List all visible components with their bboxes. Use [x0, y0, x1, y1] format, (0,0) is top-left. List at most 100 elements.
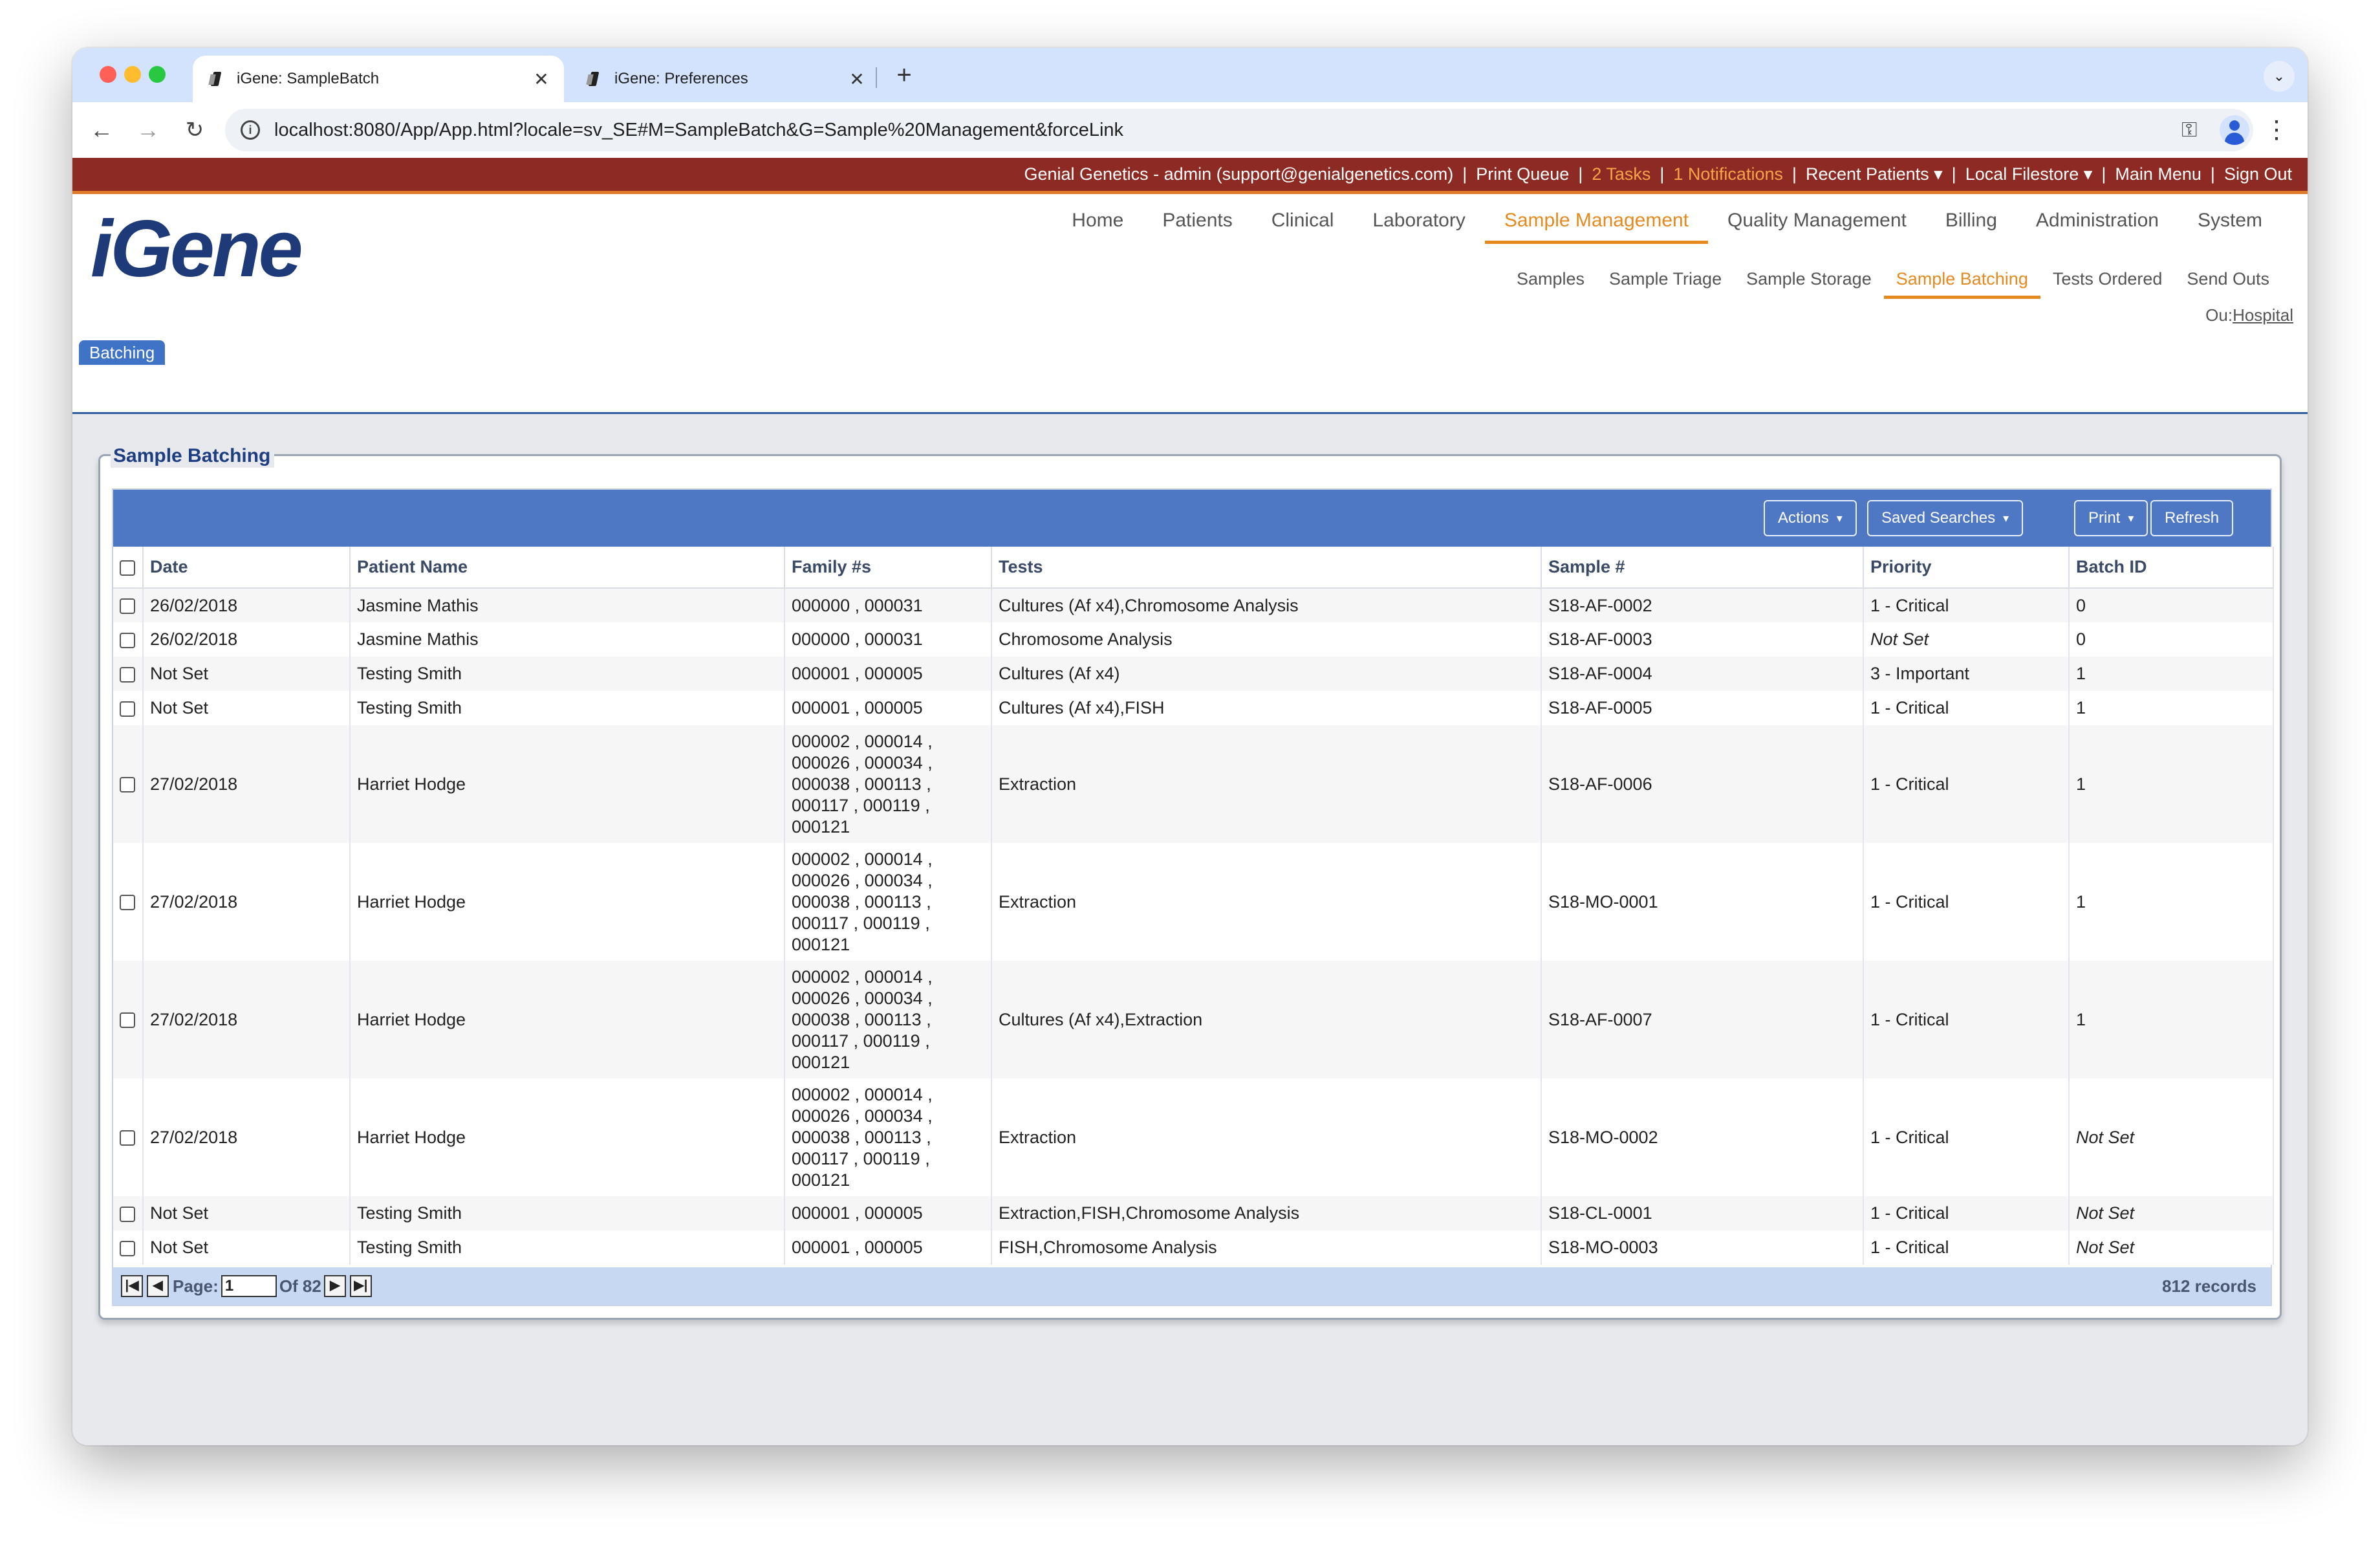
- address-bar[interactable]: i localhost:8080/App/App.html?locale=sv_…: [225, 109, 2253, 151]
- row-checkbox[interactable]: [120, 666, 135, 683]
- close-tab-icon[interactable]: ✕: [532, 69, 551, 90]
- sub-nav-sample-storage[interactable]: Sample Storage: [1734, 264, 1884, 299]
- row-checkbox[interactable]: [120, 598, 135, 615]
- last-page-icon[interactable]: ▶|: [349, 1275, 372, 1297]
- org-unit: Ou:Hospital: [2205, 305, 2293, 325]
- notifications-link[interactable]: 1 Notifications: [1673, 164, 1783, 184]
- row-select-cell: [113, 1078, 144, 1196]
- column-header-tests[interactable]: Tests: [991, 547, 1542, 589]
- row-checkbox[interactable]: [120, 1206, 135, 1222]
- main-nav-clinical[interactable]: Clinical: [1252, 203, 1354, 244]
- new-tab-button[interactable]: +: [889, 61, 920, 90]
- row-checkbox[interactable]: [120, 1240, 135, 1256]
- table-row[interactable]: Not Set Testing Smith 000001 , 000005 Ex…: [113, 1196, 2274, 1230]
- close-tab-icon[interactable]: ✕: [847, 69, 867, 90]
- table-row[interactable]: 26/02/2018 Jasmine Mathis 000000 , 00003…: [113, 622, 2274, 657]
- local-filestore-dropdown[interactable]: Local Filestore ▾: [1965, 164, 2093, 184]
- actions-button[interactable]: Actions ▾: [1764, 500, 1857, 536]
- main-nav-sample-management[interactable]: Sample Management: [1484, 203, 1709, 244]
- sub-nav-send-outs[interactable]: Send Outs: [2174, 264, 2282, 299]
- row-checkbox[interactable]: [120, 701, 135, 717]
- select-all-cell: [113, 547, 144, 589]
- main-nav-administration[interactable]: Administration: [2017, 203, 2178, 244]
- tab-preferences[interactable]: iGene: Preferences ✕: [570, 56, 880, 102]
- table-row[interactable]: 27/02/2018 Harriet Hodge 000002 , 000014…: [113, 1078, 2274, 1196]
- sample-batching-panel: Sample Batching Actions ▾ Saved Searches…: [98, 444, 2282, 1320]
- igene-logo[interactable]: iGene: [91, 203, 303, 295]
- cell-family: 000002 , 000014 , 000026 , 000034 , 0000…: [784, 725, 992, 843]
- org-unit-link[interactable]: Hospital: [2233, 305, 2293, 325]
- main-nav-home[interactable]: Home: [1052, 203, 1143, 244]
- table-row[interactable]: 27/02/2018 Harriet Hodge 000002 , 000014…: [113, 725, 2274, 843]
- sign-out-link[interactable]: Sign Out: [2224, 164, 2292, 184]
- sub-nav-samples[interactable]: Samples: [1504, 264, 1597, 299]
- column-header-priority[interactable]: Priority: [1863, 547, 2070, 589]
- refresh-button[interactable]: Refresh: [2150, 500, 2234, 536]
- reload-icon[interactable]: ↻: [178, 114, 211, 146]
- separator: |: [1578, 164, 1583, 184]
- cell-priority: 1 - Critical: [1863, 1196, 2070, 1230]
- select-all-checkbox[interactable]: [120, 560, 135, 576]
- top-utility-bar: Genial Genetics - admin (support@genialg…: [72, 158, 2308, 194]
- row-checkbox[interactable]: [120, 895, 135, 911]
- recent-patients-dropdown[interactable]: Recent Patients ▾: [1806, 164, 1943, 184]
- cell-date: 27/02/2018: [143, 1078, 351, 1196]
- profile-icon[interactable]: [2220, 115, 2249, 145]
- url-text[interactable]: localhost:8080/App/App.html?locale=sv_SE…: [274, 120, 2159, 141]
- row-checkbox[interactable]: [120, 777, 135, 793]
- cell-batch-id: Not Set: [2069, 1196, 2274, 1230]
- main-nav-laboratory[interactable]: Laboratory: [1353, 203, 1484, 244]
- tasks-link[interactable]: 2 Tasks: [1592, 164, 1650, 184]
- sub-nav-sample-triage[interactable]: Sample Triage: [1597, 264, 1734, 299]
- row-select-cell: [113, 622, 144, 657]
- tab-batching[interactable]: Batching: [79, 340, 166, 365]
- print-queue-link[interactable]: Print Queue: [1476, 164, 1569, 184]
- main-nav-system[interactable]: System: [2178, 203, 2282, 244]
- cell-family: 000002 , 000014 , 000026 , 000034 , 0000…: [784, 1078, 992, 1196]
- kebab-menu-icon[interactable]: ⋮: [2264, 114, 2289, 146]
- forward-icon[interactable]: →: [132, 114, 164, 146]
- print-button[interactable]: Print ▾: [2074, 500, 2148, 536]
- table-row[interactable]: Not Set Testing Smith 000001 , 000005 FI…: [113, 1230, 2274, 1265]
- cell-date: 27/02/2018: [143, 961, 351, 1078]
- minimize-window-button[interactable]: [124, 66, 141, 83]
- main-nav-patients[interactable]: Patients: [1143, 203, 1251, 244]
- cell-family: 000000 , 000031: [784, 622, 992, 657]
- sub-nav-sample-batching[interactable]: Sample Batching: [1883, 264, 2040, 299]
- maximize-window-button[interactable]: [149, 66, 166, 83]
- column-header-sample[interactable]: Sample #: [1541, 547, 1864, 589]
- column-header-date[interactable]: Date: [143, 547, 351, 589]
- column-header-family[interactable]: Family #s: [784, 547, 992, 589]
- row-checkbox[interactable]: [120, 1012, 135, 1029]
- next-page-icon[interactable]: ▶: [323, 1275, 346, 1297]
- table-row[interactable]: Not Set Testing Smith 000001 , 000005 Cu…: [113, 657, 2274, 691]
- column-header-batch-id[interactable]: Batch ID: [2069, 547, 2274, 589]
- page-number-input[interactable]: 1: [221, 1275, 277, 1297]
- info-icon[interactable]: i: [241, 120, 260, 140]
- row-checkbox[interactable]: [120, 632, 135, 648]
- back-icon[interactable]: ←: [85, 114, 118, 146]
- password-key-icon[interactable]: ⚿: [2181, 118, 2197, 142]
- cell-batch-id: 0: [2069, 588, 2274, 622]
- sub-nav-tests-ordered[interactable]: Tests Ordered: [2040, 264, 2175, 299]
- chevron-down-icon: ▾: [2003, 511, 2009, 525]
- cell-family: 000001 , 000005: [784, 657, 992, 691]
- main-nav-billing[interactable]: Billing: [1926, 203, 2017, 244]
- previous-page-icon[interactable]: ◀: [147, 1275, 169, 1297]
- saved-searches-button[interactable]: Saved Searches ▾: [1867, 500, 2024, 536]
- browser-toolbar: ← → ↻ i localhost:8080/App/App.html?loca…: [72, 102, 2308, 158]
- close-window-button[interactable]: [100, 66, 116, 83]
- row-checkbox[interactable]: [120, 1130, 135, 1146]
- main-menu-link[interactable]: Main Menu: [2115, 164, 2202, 184]
- tab-samplebatch[interactable]: iGene: SampleBatch ✕: [193, 56, 564, 102]
- column-header-patient-name[interactable]: Patient Name: [350, 547, 785, 589]
- first-page-icon[interactable]: |◀: [121, 1275, 143, 1297]
- table-row[interactable]: 27/02/2018 Harriet Hodge 000002 , 000014…: [113, 843, 2274, 961]
- table-row[interactable]: 26/02/2018 Jasmine Mathis 000000 , 00003…: [113, 588, 2274, 622]
- table-row[interactable]: Not Set Testing Smith 000001 , 000005 Cu…: [113, 691, 2274, 725]
- tab-strip: iGene: SampleBatch ✕ iGene: Preferences …: [72, 48, 2308, 102]
- tab-search-icon[interactable]: ⌄: [2264, 61, 2295, 92]
- table-row[interactable]: 27/02/2018 Harriet Hodge 000002 , 000014…: [113, 961, 2274, 1078]
- main-nav-quality-management[interactable]: Quality Management: [1708, 203, 1926, 244]
- page-label: Page:: [173, 1276, 219, 1296]
